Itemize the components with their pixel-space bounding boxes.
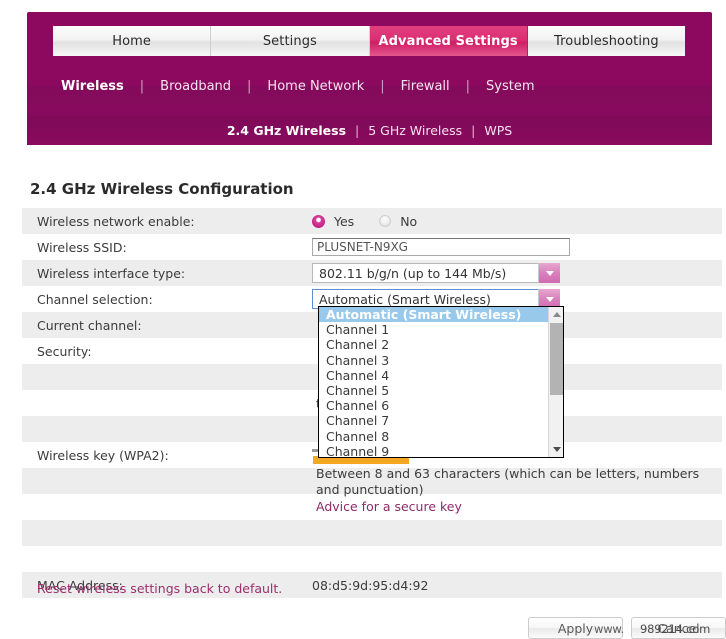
subnav2-item-wps[interactable]: WPS [475, 123, 521, 138]
interface-type-select-value: 802.11 b/g/n (up to 144 Mb/s) [312, 263, 560, 283]
radio-enable-yes-label: Yes [334, 214, 354, 229]
field-wireless-ssid [312, 238, 722, 256]
field-wireless-interface-type: 802.11 b/g/n (up to 144 Mb/s) [312, 263, 722, 283]
field-wireless-network-enable: Yes No [312, 214, 722, 229]
label-channel-selection: Channel selection: [22, 292, 312, 307]
subnav-item-broadband[interactable]: Broadband [144, 79, 247, 94]
tab-troubleshooting[interactable]: Troubleshooting [528, 26, 685, 56]
ssid-input[interactable] [312, 238, 570, 256]
cancel-button[interactable]: Cancel [631, 617, 726, 639]
wireless-key-hint-text: Between 8 and 63 characters (which can b… [316, 466, 699, 497]
value-mac-address: 08:d5:9d:95:d4:92 [312, 578, 722, 593]
dropdown-option-automatic[interactable]: Automatic (Smart Wireless) [319, 307, 548, 322]
subnav-item-home-network[interactable]: Home Network [251, 79, 380, 94]
label-wireless-ssid: Wireless SSID: [22, 240, 312, 255]
tab-advanced-settings[interactable]: Advanced Settings [370, 26, 528, 56]
label-wireless-network-enable: Wireless network enable: [22, 214, 312, 229]
label-current-channel: Current channel: [22, 318, 312, 333]
header-nav-block: Home Settings Advanced Settings Troubles… [27, 12, 712, 145]
radio-enable-no-label: No [400, 214, 417, 229]
page-title: 2.4 GHz Wireless Configuration [30, 180, 294, 198]
label-wireless-key: Wireless key (WPA2): [22, 448, 312, 463]
secondary-nav: Wireless | Broadband | Home Network | Fi… [45, 64, 551, 108]
subnav-item-wireless[interactable]: Wireless [45, 79, 140, 94]
dropdown-option-channel-8[interactable]: Channel 8 [319, 429, 548, 444]
tab-advanced-settings-label: Advanced Settings [378, 34, 517, 49]
dropdown-option-channel-6[interactable]: Channel 6 [319, 398, 548, 413]
secure-key-advice-link[interactable]: Advice for a secure key [316, 499, 716, 515]
dropdown-option-channel-9[interactable]: Channel 9 [319, 444, 548, 458]
label-security: Security: [22, 344, 312, 359]
row-wireless-interface-type: Wireless interface type: 802.11 b/g/n (u… [22, 260, 722, 286]
reset-wireless-settings-link[interactable]: Reset wireless settings back to default. [37, 581, 282, 596]
scroll-down-arrow-icon[interactable] [549, 442, 564, 457]
subnav2-item-5ghz-wireless[interactable]: 5 GHz Wireless [359, 123, 471, 138]
row-key-hint-3 [22, 520, 722, 546]
row-wireless-ssid: Wireless SSID: [22, 234, 722, 260]
wireless-key-hint: Between 8 and 63 characters (which can b… [316, 466, 716, 515]
primary-tab-bar: Home Settings Advanced Settings Troubles… [53, 26, 685, 56]
form-action-buttons: Apply Cancel [528, 617, 726, 639]
radio-enable-yes[interactable] [312, 215, 325, 228]
tab-home-label: Home [112, 34, 151, 49]
dropdown-option-channel-7[interactable]: Channel 7 [319, 413, 548, 428]
row-spacer [22, 546, 722, 572]
subnav-item-system[interactable]: System [470, 79, 550, 94]
label-wireless-interface-type: Wireless interface type: [22, 266, 312, 281]
subnav2-item-24ghz-wireless[interactable]: 2.4 GHz Wireless [218, 123, 355, 138]
dropdown-option-channel-4[interactable]: Channel 4 [319, 368, 548, 383]
dropdown-option-channel-2[interactable]: Channel 2 [319, 337, 548, 352]
dropdown-scrollbar[interactable] [548, 307, 563, 457]
tab-troubleshooting-label: Troubleshooting [554, 34, 659, 49]
scroll-up-arrow-icon[interactable] [549, 307, 564, 322]
dropdown-option-channel-1[interactable]: Channel 1 [319, 322, 548, 337]
dropdown-option-channel-5[interactable]: Channel 5 [319, 383, 548, 398]
scrollbar-thumb[interactable] [550, 323, 563, 395]
row-wireless-network-enable: Wireless network enable: Yes No [22, 208, 722, 234]
apply-button[interactable]: Apply [528, 617, 623, 639]
subnav-item-firewall[interactable]: Firewall [385, 79, 466, 94]
tab-settings[interactable]: Settings [211, 26, 369, 56]
dropdown-option-channel-3[interactable]: Channel 3 [319, 353, 548, 368]
radio-enable-no[interactable] [379, 215, 391, 227]
channel-selection-dropdown-list[interactable]: Automatic (Smart Wireless) Channel 1 Cha… [318, 306, 564, 458]
dropdown-options: Automatic (Smart Wireless) Channel 1 Cha… [319, 307, 548, 458]
chevron-down-icon[interactable] [538, 263, 560, 283]
interface-type-select[interactable]: 802.11 b/g/n (up to 144 Mb/s) [312, 263, 560, 283]
router-admin-page: Home Settings Advanced Settings Troubles… [0, 0, 726, 639]
tertiary-nav: 2.4 GHz Wireless | 5 GHz Wireless | WPS [27, 116, 712, 145]
tab-settings-label: Settings [263, 34, 317, 49]
tab-home[interactable]: Home [53, 26, 211, 56]
